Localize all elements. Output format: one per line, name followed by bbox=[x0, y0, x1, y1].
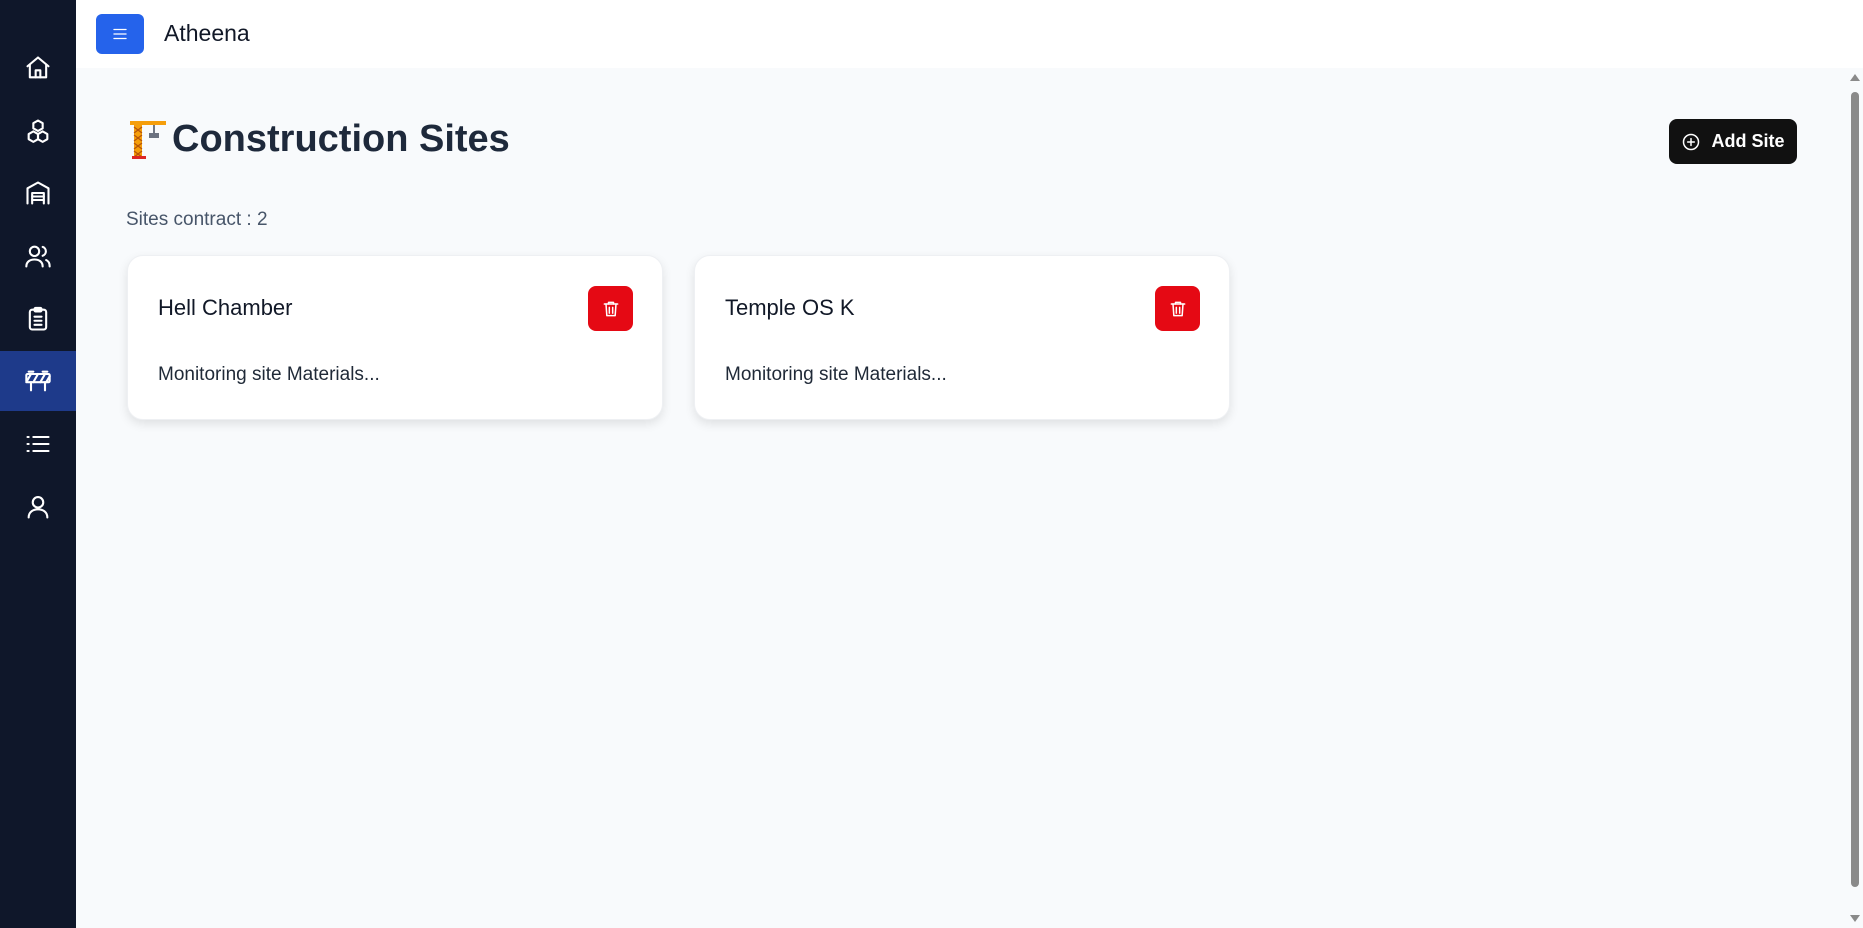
hamburger-icon bbox=[113, 28, 127, 40]
sidebar-item-home[interactable] bbox=[0, 38, 76, 98]
warehouse-icon bbox=[26, 181, 50, 205]
page-header: Construction Sites bbox=[128, 118, 510, 161]
sidebar-item-profile[interactable] bbox=[0, 477, 76, 537]
construction-barrier-icon bbox=[25, 370, 51, 392]
page-title: Construction Sites bbox=[172, 118, 510, 160]
top-bar: Atheena bbox=[76, 0, 1863, 68]
sidebar-item-reports[interactable] bbox=[0, 289, 76, 349]
sidebar-item-materials[interactable] bbox=[0, 101, 76, 161]
trash-icon bbox=[603, 301, 618, 316]
sidebar-item-users[interactable] bbox=[0, 226, 76, 286]
list-icon bbox=[26, 435, 50, 453]
menu-toggle-button[interactable] bbox=[96, 14, 144, 54]
user-icon bbox=[27, 496, 49, 519]
sidebar-item-list[interactable] bbox=[0, 414, 76, 474]
site-card-description: Monitoring site Materials... bbox=[158, 364, 380, 385]
site-card-description: Monitoring site Materials... bbox=[725, 364, 947, 385]
construction-crane-icon bbox=[130, 120, 166, 159]
sidebar bbox=[0, 0, 76, 928]
site-card[interactable]: Hell Chamber Monitoring site Materials..… bbox=[127, 255, 663, 420]
delete-site-button[interactable] bbox=[1155, 286, 1200, 331]
delete-site-button[interactable] bbox=[588, 286, 633, 331]
boxes-icon bbox=[27, 119, 49, 143]
vertical-scrollbar[interactable] bbox=[1846, 68, 1863, 928]
add-site-label: Add Site bbox=[1711, 131, 1785, 151]
plus-circle-icon bbox=[1683, 133, 1700, 150]
site-card[interactable]: Temple OS K Monitoring site Materials... bbox=[694, 255, 1230, 420]
scroll-up-arrow-icon[interactable] bbox=[1850, 74, 1860, 81]
clipboard-list-icon bbox=[28, 306, 48, 331]
sidebar-item-warehouse[interactable] bbox=[0, 163, 76, 223]
site-card-title: Temple OS K bbox=[725, 295, 855, 320]
users-icon bbox=[25, 245, 51, 268]
site-card-title: Hell Chamber bbox=[158, 295, 293, 320]
trash-icon bbox=[1170, 301, 1185, 316]
home-icon bbox=[26, 56, 50, 79]
app-title: Atheena bbox=[164, 20, 250, 46]
sites-count: Sites contract : 2 bbox=[126, 209, 268, 230]
scroll-down-arrow-icon[interactable] bbox=[1850, 915, 1860, 922]
sidebar-item-construction-sites[interactable] bbox=[0, 351, 76, 411]
add-site-button[interactable]: Add Site bbox=[1669, 119, 1797, 164]
scroll-thumb[interactable] bbox=[1851, 92, 1859, 887]
